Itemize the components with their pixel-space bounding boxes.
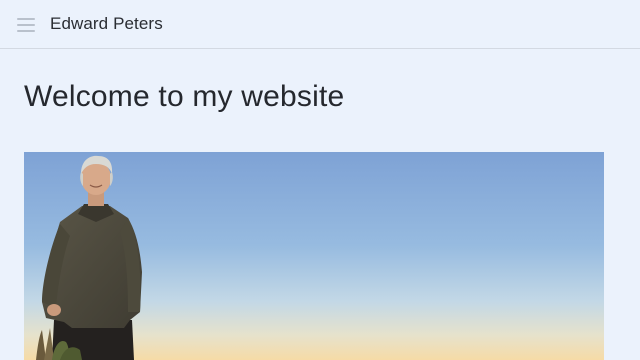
- top-app-bar: Edward Peters: [0, 0, 640, 49]
- page-title: Welcome to my website: [24, 80, 345, 113]
- hero-photo-illustration: [24, 152, 604, 360]
- hamburger-menu-icon[interactable]: [16, 16, 36, 32]
- hero-image: [24, 152, 604, 360]
- site-title[interactable]: Edward Peters: [50, 14, 163, 34]
